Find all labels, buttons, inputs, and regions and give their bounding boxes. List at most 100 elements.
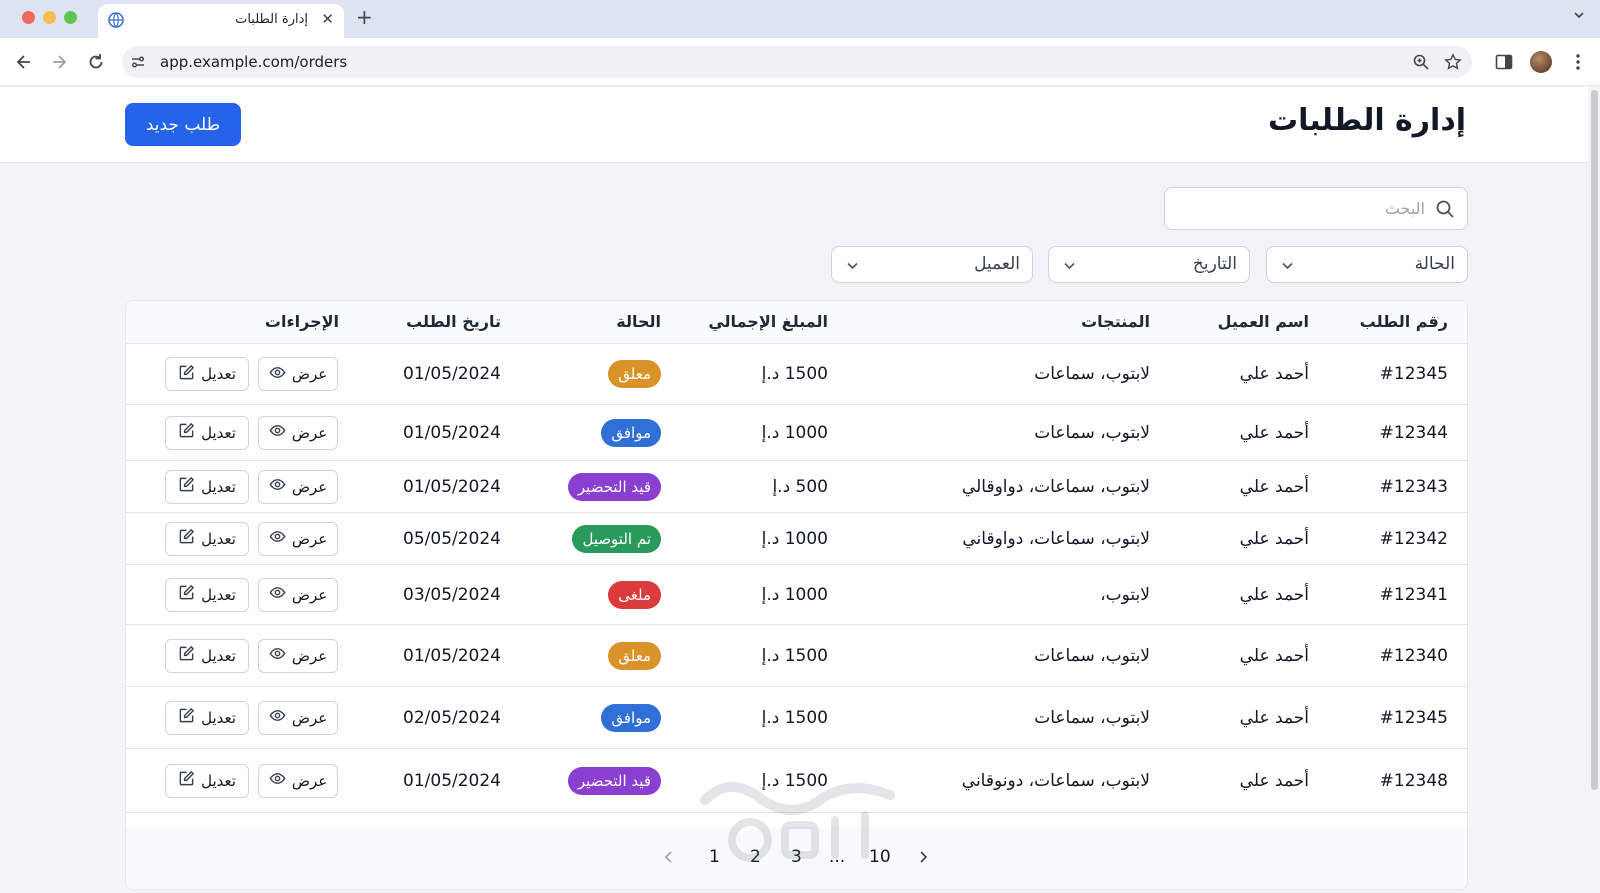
- search-input[interactable]: [1185, 188, 1425, 229]
- total-amount-cell: 1000 د.إ: [761, 528, 828, 549]
- chevron-down-icon: [847, 262, 858, 270]
- edit-button-label: تعديل: [201, 529, 236, 548]
- address-bar[interactable]: app.example.com/orders: [122, 46, 1472, 78]
- products-cell: لابتوب،: [1100, 584, 1150, 605]
- page-scrollbar[interactable]: [1591, 90, 1598, 790]
- products-cell: لابتوب، سماعات، دونوقاني: [961, 770, 1150, 791]
- order-date-cell: 01/05/2024: [403, 770, 501, 791]
- column-header-customer: اسم العميل: [1217, 312, 1309, 331]
- customer-filter-label: العميل: [974, 254, 1020, 274]
- date-filter-label: التاريخ: [1192, 254, 1237, 274]
- order-date-cell: 01/05/2024: [403, 645, 501, 666]
- side-panel-icon[interactable]: [1494, 52, 1514, 72]
- order-date-cell: 02/05/2024: [403, 707, 501, 728]
- view-button[interactable]: عرض: [258, 700, 338, 735]
- page-link-1[interactable]: 1: [709, 847, 720, 867]
- view-button[interactable]: عرض: [258, 577, 338, 612]
- table-row: #12348 أحمد علي لابتوب، سماعات، دونوقاني 15…: [126, 749, 1467, 813]
- edit-button[interactable]: تعديل: [165, 415, 249, 450]
- site-settings-icon[interactable]: [130, 54, 146, 70]
- window-zoom-button[interactable]: [64, 11, 77, 24]
- customer-filter-dropdown[interactable]: العميل: [831, 246, 1033, 283]
- view-button-label: عرض: [291, 423, 328, 442]
- order-date-cell: 01/05/2024: [403, 422, 501, 443]
- status-badge: معلق: [608, 360, 661, 388]
- total-amount-cell: 1500 د.إ: [761, 770, 828, 791]
- status-badge: ملغى: [608, 580, 661, 609]
- edit-icon: [178, 707, 195, 728]
- edit-button[interactable]: تعديل: [165, 357, 249, 391]
- url-text[interactable]: app.example.com/orders: [160, 53, 347, 71]
- browser-tab[interactable]: إدارة الطلبات ✕: [98, 4, 344, 38]
- edit-button-label: تعديل: [201, 708, 236, 727]
- edit-button[interactable]: تعديل: [165, 577, 249, 612]
- window-close-button[interactable]: [22, 11, 35, 24]
- view-button-label: عرض: [291, 646, 328, 665]
- tab-close-button[interactable]: ✕: [321, 10, 334, 28]
- edit-icon: [178, 770, 195, 791]
- search-box: [1164, 187, 1468, 230]
- total-amount-cell: 1000 د.إ: [761, 422, 828, 443]
- eye-icon: [269, 645, 286, 666]
- eye-icon: [269, 364, 286, 385]
- page-link-3: 3: [791, 847, 802, 867]
- products-cell: لابتوب، سماعات: [1034, 645, 1150, 666]
- view-button[interactable]: عرض: [258, 415, 338, 450]
- page-ellipsis: ...: [829, 847, 846, 867]
- date-filter-dropdown[interactable]: التاريخ: [1048, 246, 1250, 283]
- table-row: #12343 أحمد علي لابتوب، سماعات، دواوقالي 50…: [126, 461, 1467, 513]
- back-arrow-icon[interactable]: [14, 52, 34, 72]
- total-amount-cell: 1500 د.إ: [761, 707, 828, 728]
- order-id-cell: #12343: [1379, 476, 1448, 497]
- eye-icon: [269, 584, 286, 605]
- more-vertical-icon[interactable]: [1568, 52, 1588, 72]
- view-button[interactable]: عرض: [258, 469, 338, 504]
- edit-button-label: تعديل: [201, 365, 236, 383]
- chevron-right-icon[interactable]: [916, 850, 930, 864]
- pagination-bar: 1 2 3 ... 10: [126, 827, 1467, 889]
- status-filter-dropdown[interactable]: الحالة: [1266, 246, 1468, 283]
- edit-button[interactable]: تعديل: [165, 521, 249, 556]
- browser-tab-bar: إدارة الطلبات ✕ +: [0, 0, 1600, 38]
- eye-icon: [269, 476, 286, 497]
- edit-button[interactable]: تعديل: [165, 469, 249, 504]
- total-amount-cell: 1500 د.إ: [761, 364, 828, 384]
- status-badge: موافق: [601, 418, 661, 447]
- customer-name-cell: أحمد علي: [1239, 707, 1309, 728]
- view-button[interactable]: عرض: [258, 763, 338, 798]
- profile-avatar[interactable]: [1530, 51, 1552, 73]
- total-amount-cell: 1500 د.إ: [761, 645, 828, 666]
- edit-icon: [178, 422, 195, 443]
- view-button[interactable]: عرض: [258, 638, 338, 673]
- page-link-2[interactable]: 2: [750, 847, 761, 867]
- table-row: #12340 أحمد علي لابتوب، سماعات 1500 د.إ معلق…: [126, 625, 1467, 687]
- new-tab-button[interactable]: +: [356, 5, 373, 29]
- eye-icon: [269, 770, 286, 791]
- status-badge: تم التوصيل: [572, 524, 661, 553]
- order-date-cell: 01/05/2024: [403, 476, 501, 497]
- edit-button[interactable]: تعديل: [165, 763, 249, 798]
- zoom-icon[interactable]: [1412, 53, 1430, 71]
- page-link-10[interactable]: 10: [869, 847, 891, 867]
- window-minimize-button[interactable]: [43, 11, 56, 24]
- edit-button-label: تعديل: [201, 585, 236, 604]
- column-header-products: المنتجات: [1081, 312, 1150, 331]
- status-badge: معلق: [608, 641, 661, 670]
- view-button[interactable]: عرض: [258, 357, 338, 391]
- edit-button[interactable]: تعديل: [165, 700, 249, 735]
- view-button-label: عرض: [291, 708, 328, 727]
- customer-name-cell: أحمد علي: [1239, 770, 1309, 791]
- chevron-left-icon[interactable]: [662, 850, 676, 864]
- order-id-cell: #12342: [1379, 528, 1448, 549]
- order-id-cell: #12345: [1379, 364, 1448, 384]
- view-button[interactable]: عرض: [258, 521, 338, 556]
- new-order-button[interactable]: طلب جديد: [125, 103, 241, 146]
- edit-button[interactable]: تعديل: [165, 638, 249, 673]
- reload-icon[interactable]: [86, 52, 106, 72]
- forward-arrow-icon[interactable]: [49, 52, 69, 72]
- edit-button-label: تعديل: [201, 646, 236, 665]
- chevron-down-icon[interactable]: [1572, 8, 1586, 22]
- tab-title: إدارة الطلبات: [235, 12, 308, 27]
- customer-name-cell: أحمد علي: [1239, 584, 1309, 605]
- bookmark-star-icon[interactable]: [1444, 53, 1462, 71]
